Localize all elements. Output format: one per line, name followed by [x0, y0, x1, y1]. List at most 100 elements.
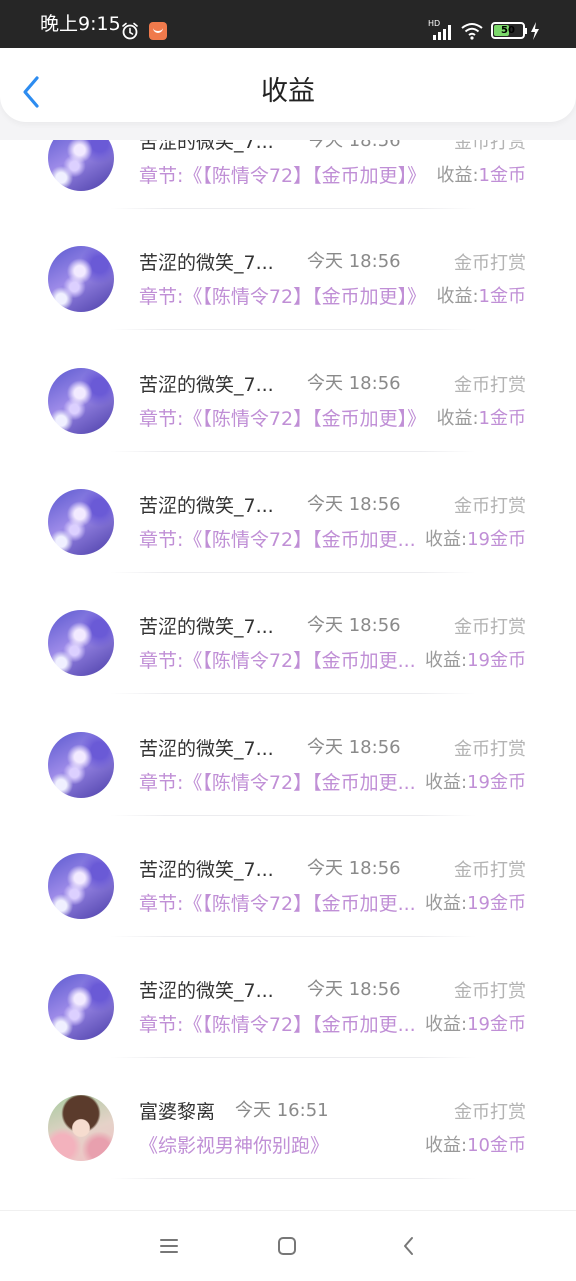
user-name: 苦涩的微笑_7... [139, 494, 274, 517]
chapter-link[interactable]: 章节:《【陈情令72】【金币加更... [139, 528, 416, 552]
item-time: 今天 18:56 [307, 493, 401, 515]
user-name: 富婆黎离 [139, 1101, 216, 1124]
page-title: 收益 [261, 76, 315, 107]
earning-info: 收益:19金币 [425, 892, 526, 916]
avatar[interactable] [48, 852, 114, 919]
charging-icon [531, 22, 539, 40]
earning-amount: 19金币 [467, 892, 526, 914]
earning-amount: 19金币 [467, 528, 526, 550]
avatar[interactable] [48, 731, 114, 798]
chapter-link[interactable]: 章节:《【陈情令72】【金币加更... [139, 892, 416, 916]
row-divider [110, 208, 476, 209]
item-time: 今天 18:56 [307, 979, 401, 1001]
user-name: 苦涩的微笑_7... [139, 140, 274, 153]
user-name: 苦涩的微笑_7... [139, 373, 274, 396]
earning-amount: 19金币 [467, 1014, 526, 1036]
earning-info: 收益:19金币 [425, 1013, 526, 1037]
earning-info: 收益:1金币 [436, 164, 526, 188]
list-item[interactable]: 苦涩的微笑_7... 今天 18:56 金币打赏 章节:《【陈情令72】【金币加更..… [0, 729, 576, 850]
earning-label: 收益: [425, 650, 468, 672]
earning-info: 收益:1金币 [436, 285, 526, 309]
avatar[interactable] [48, 1095, 114, 1162]
avatar[interactable] [48, 246, 114, 313]
row-divider [110, 571, 476, 573]
user-name: 苦涩的微笑_7... [139, 616, 274, 639]
earning-label: 收益: [425, 1014, 468, 1036]
list-item[interactable]: 苦涩的微笑_7... 今天 18:56 金币打赏章节:《【陈情令72】【金币加更】》… [0, 140, 576, 243]
system-nav-bar [0, 1210, 576, 1281]
avatar[interactable] [48, 140, 114, 191]
wifi-icon [461, 23, 483, 40]
earning-info: 收益:1金币 [436, 407, 526, 431]
earning-info: 收益:19金币 [425, 528, 526, 552]
earning-label: 收益: [436, 286, 479, 308]
earning-label: 收益: [425, 1135, 468, 1157]
row-divider [110, 814, 476, 816]
back-chevron-icon[interactable] [398, 1235, 420, 1257]
earning-label: 收益: [436, 407, 479, 429]
chapter-link[interactable]: 章节:《【陈情令72】【金币加更... [139, 771, 416, 795]
status-time: 晚上9:15 [40, 13, 121, 35]
earning-info: 收益:19金币 [425, 649, 526, 673]
transaction-type: 金币打赏 [454, 1102, 526, 1124]
row-divider [110, 1057, 476, 1059]
chapter-link[interactable]: 章节:《【陈情令72】【金币加更... [139, 1013, 416, 1037]
user-name: 苦涩的微笑_7... [139, 980, 274, 1003]
row-divider [110, 450, 476, 452]
user-name: 苦涩的微笑_7... [139, 737, 274, 760]
avatar[interactable] [48, 974, 114, 1041]
earning-label: 收益: [425, 771, 468, 793]
earning-label: 收益: [425, 892, 468, 914]
menu-icon[interactable] [158, 1235, 180, 1257]
item-time: 今天 18:56 [307, 372, 401, 394]
list-item[interactable]: 苦涩的微笑_7... 今天 18:56 金币打赏章节:《【陈情令72】【金币加更..… [0, 607, 576, 728]
battery-cap [525, 28, 527, 34]
avatar[interactable] [48, 488, 114, 555]
earning-info: 收益:19金币 [425, 771, 526, 795]
transaction-type: 金币打赏 [454, 738, 526, 760]
earning-label: 收益: [436, 165, 479, 186]
row-divider [110, 1178, 476, 1180]
chapter-link[interactable]: 章节:《【陈情令72】【金币加更】》 [139, 285, 426, 309]
item-time: 今天 18:56 [307, 857, 401, 879]
home-square-icon[interactable] [276, 1235, 298, 1257]
signal-icon [433, 25, 451, 40]
earning-amount: 1金币 [478, 165, 526, 186]
status-bar: 晚上9:15 HD 50 [0, 0, 576, 48]
earning-label: 收益: [425, 528, 468, 550]
chapter-link[interactable]: 章节:《【陈情令72】【金币加更... [139, 649, 416, 673]
item-time: 今天 18:56 [307, 251, 401, 273]
item-time: 今天 16:51 [235, 1100, 329, 1122]
earnings-list[interactable]: 苦涩的微笑_7... 今天 18:56 金币打赏 章节:《【陈情令72】【金币加更】》… [0, 140, 576, 1210]
earning-amount: 1金币 [478, 407, 526, 429]
avatar[interactable] [48, 610, 114, 677]
row-divider [110, 329, 476, 331]
row-divider [110, 693, 476, 695]
list-item[interactable]: 苦涩的微笑_7... 今天 18:56 金币打赏 章节:《【陈情令72】【金币加更】》… [0, 243, 576, 364]
list-item[interactable]: 苦涩的微笑_7... 今天 18:56 金币打赏章节:《【陈情令72】【金币加更】》… [0, 365, 576, 486]
chapter-link[interactable]: 章节:《【陈情令72】【金币加更】》 [139, 164, 426, 188]
item-time: 今天 18:56 [307, 140, 401, 151]
list-item[interactable]: 苦涩的微笑_7... 今天 18:56 金币打赏章节:《【陈情令72】【金币加更..… [0, 486, 576, 607]
transaction-type: 金币打赏 [454, 617, 526, 639]
transaction-type: 金币打赏 [454, 140, 526, 153]
earning-amount: 1金币 [478, 286, 526, 308]
transaction-type: 金币打赏 [454, 495, 526, 517]
transaction-type: 金币打赏 [454, 374, 526, 396]
list-item[interactable]: 苦涩的微笑_7... 今天 18:56 金币打赏章节:《【陈情令72】【金币加更..… [0, 971, 576, 1092]
transaction-type: 金币打赏 [454, 859, 526, 881]
list-item[interactable]: 富婆黎离 今天 16:51 金币打赏 《综影视男神你别跑》 收益:10金币 [0, 1092, 576, 1210]
chapter-link[interactable]: 《综影视男神你别跑》 [139, 1134, 329, 1158]
transaction-type: 金币打赏 [454, 981, 526, 1003]
battery-level: 50 [501, 25, 515, 36]
row-divider [110, 935, 476, 937]
list-item[interactable]: 苦涩的微笑_7... 今天 18:56 金币打赏章节:《【陈情令72】【金币加更..… [0, 850, 576, 971]
earning-amount: 19金币 [467, 650, 526, 672]
battery-icon: 50 [491, 22, 527, 39]
avatar[interactable] [48, 367, 114, 434]
alarm-icon [122, 22, 138, 40]
user-name: 苦涩的微笑_7... [139, 858, 274, 881]
earning-amount: 19金币 [467, 771, 526, 793]
item-time: 今天 18:56 [307, 615, 401, 637]
chapter-link[interactable]: 章节:《【陈情令72】【金币加更】》 [139, 407, 426, 431]
